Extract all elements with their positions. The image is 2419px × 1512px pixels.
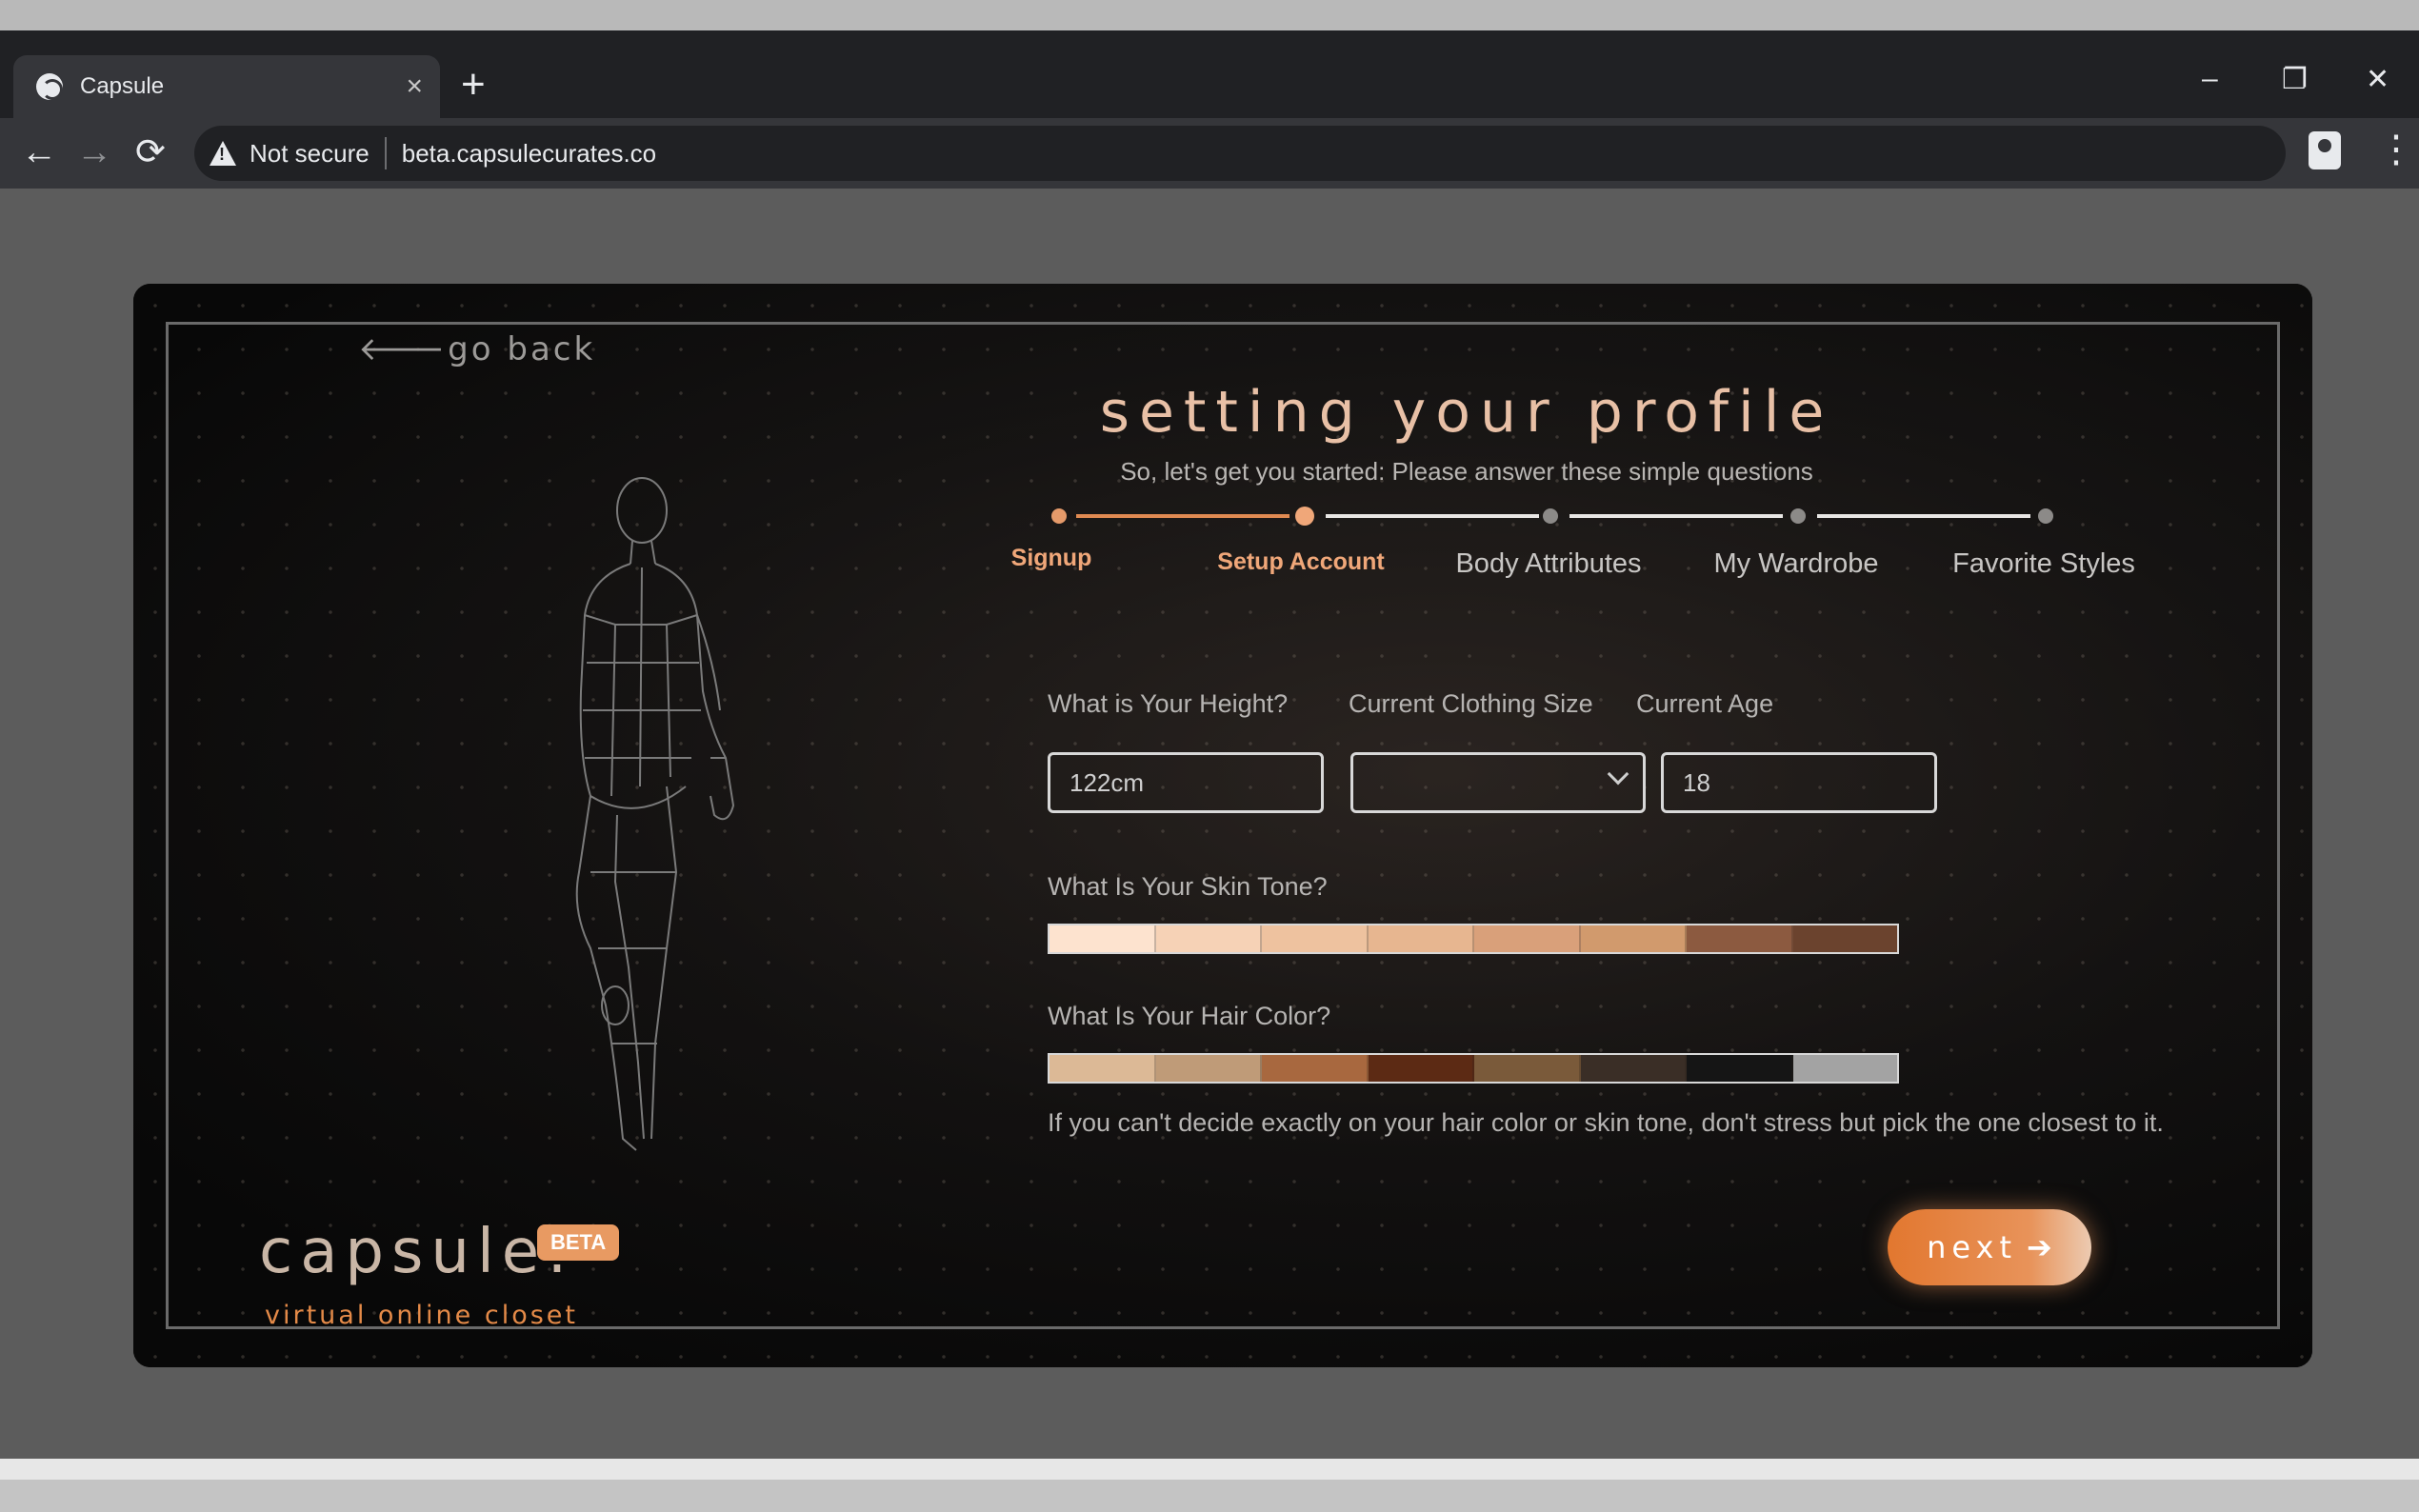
hair-color-palette — [1048, 1053, 1899, 1084]
step-dot-signup[interactable] — [1051, 508, 1067, 524]
profile-setup-modal: 🡐go back setting your profile So, let's … — [133, 284, 2312, 1367]
screen-bottom-edge — [0, 1459, 2419, 1512]
skin-tone-label: What Is Your Skin Tone? — [1048, 872, 1328, 901]
back-arrow-icon[interactable]: ← — [21, 131, 57, 173]
wireframe-figure-illustration — [575, 477, 735, 1151]
tab-title: Capsule — [80, 73, 165, 99]
step-dot-body-attributes[interactable] — [1543, 508, 1558, 524]
step-connector-3 — [1569, 514, 1783, 518]
new-tab-button[interactable]: + — [461, 61, 486, 109]
capsule-logo: capsule: BETA virtual online closet — [259, 1217, 620, 1330]
age-input[interactable] — [1661, 752, 1937, 813]
chevron-down-icon — [1607, 763, 1629, 786]
page-title: setting your profile — [1099, 379, 1834, 446]
clothing-size-label: Current Clothing Size — [1349, 689, 1593, 718]
step-dot-setup-account[interactable] — [1295, 507, 1314, 526]
beta-badge: BETA — [537, 1224, 620, 1261]
step-connector-4 — [1817, 514, 2030, 518]
hair-color-swatch-8[interactable] — [1792, 1055, 1897, 1082]
browser-tab[interactable]: Capsule × — [13, 55, 440, 118]
step-connector-2 — [1326, 514, 1539, 518]
step-label-signup[interactable]: Signup — [1011, 545, 1092, 572]
url-text[interactable]: beta.capsulecurates.co — [402, 139, 656, 169]
reload-icon[interactable]: ⟳ — [135, 131, 166, 173]
screen-top-edge — [0, 0, 2419, 53]
skin-tone-swatch-2[interactable] — [1155, 925, 1262, 952]
forward-arrow-icon[interactable]: → — [76, 131, 112, 173]
browser-toolbar: ← → ⟳ Not secure beta.capsulecurates.co … — [0, 118, 2419, 189]
skin-tone-swatch-3[interactable] — [1262, 925, 1369, 952]
skin-tone-swatch-7[interactable] — [1687, 925, 1793, 952]
hair-color-swatch-2[interactable] — [1155, 1055, 1262, 1082]
next-button-label: next — [1927, 1229, 2018, 1265]
skin-tone-swatch-1[interactable] — [1050, 925, 1156, 952]
hair-color-label: What Is Your Hair Color? — [1048, 1002, 1331, 1030]
address-separator — [384, 137, 387, 169]
hair-color-swatch-3[interactable] — [1262, 1055, 1369, 1082]
arrow-right-icon: ➔ — [2027, 1229, 2052, 1265]
hair-color-swatch-7[interactable] — [1687, 1055, 1793, 1082]
hair-color-swatch-5[interactable] — [1474, 1055, 1581, 1082]
logo-wordmark: capsule: — [259, 1217, 575, 1287]
clothing-size-select[interactable] — [1350, 752, 1646, 813]
next-button[interactable]: next ➔ — [1888, 1209, 2091, 1285]
hair-color-swatch-1[interactable] — [1050, 1055, 1156, 1082]
step-label-favorite-styles[interactable]: Favorite Styles — [1952, 548, 2135, 580]
skin-tone-palette — [1048, 924, 1899, 954]
page-subtitle: So, let's get you started: Please answer… — [1120, 457, 1813, 486]
hair-color-swatch-6[interactable] — [1580, 1055, 1687, 1082]
skin-tone-swatch-6[interactable] — [1580, 925, 1687, 952]
restore-button[interactable]: ❐ — [2282, 63, 2308, 96]
step-dot-my-wardrobe[interactable] — [1790, 508, 1806, 524]
skin-tone-swatch-5[interactable] — [1474, 925, 1581, 952]
tab-close-icon[interactable]: × — [406, 70, 423, 103]
step-connector-1 — [1076, 514, 1289, 518]
go-back-link[interactable]: 🡐go back — [358, 329, 595, 368]
security-status[interactable]: Not secure — [250, 139, 370, 169]
profile-icon[interactable] — [2309, 131, 2341, 169]
globe-icon — [36, 73, 63, 100]
step-label-setup-account[interactable]: Setup Account — [1217, 548, 1384, 576]
menu-dots-icon[interactable]: ⋮ — [2377, 128, 2415, 171]
browser-tab-bar: Capsule × + – ❐ ✕ — [0, 53, 2419, 118]
height-label: What is Your Height? — [1048, 689, 1289, 718]
close-window-button[interactable]: ✕ — [2366, 63, 2389, 96]
step-dot-favorite-styles[interactable] — [2038, 508, 2053, 524]
skin-tone-swatch-4[interactable] — [1368, 925, 1474, 952]
minimize-button[interactable]: – — [2202, 63, 2218, 95]
warning-icon — [210, 141, 236, 166]
color-hint-text: If you can't decide exactly on your hair… — [1048, 1108, 2164, 1137]
step-label-body-attributes[interactable]: Body Attributes — [1455, 548, 1641, 580]
height-input[interactable] — [1048, 752, 1324, 813]
logo-tagline: virtual online closet — [265, 1301, 578, 1330]
skin-tone-swatch-8[interactable] — [1792, 925, 1897, 952]
address-bar[interactable]: Not secure beta.capsulecurates.co — [194, 126, 2286, 181]
step-label-my-wardrobe[interactable]: My Wardrobe — [1714, 548, 1879, 580]
age-label: Current Age — [1636, 689, 1774, 718]
hair-color-swatch-4[interactable] — [1368, 1055, 1474, 1082]
